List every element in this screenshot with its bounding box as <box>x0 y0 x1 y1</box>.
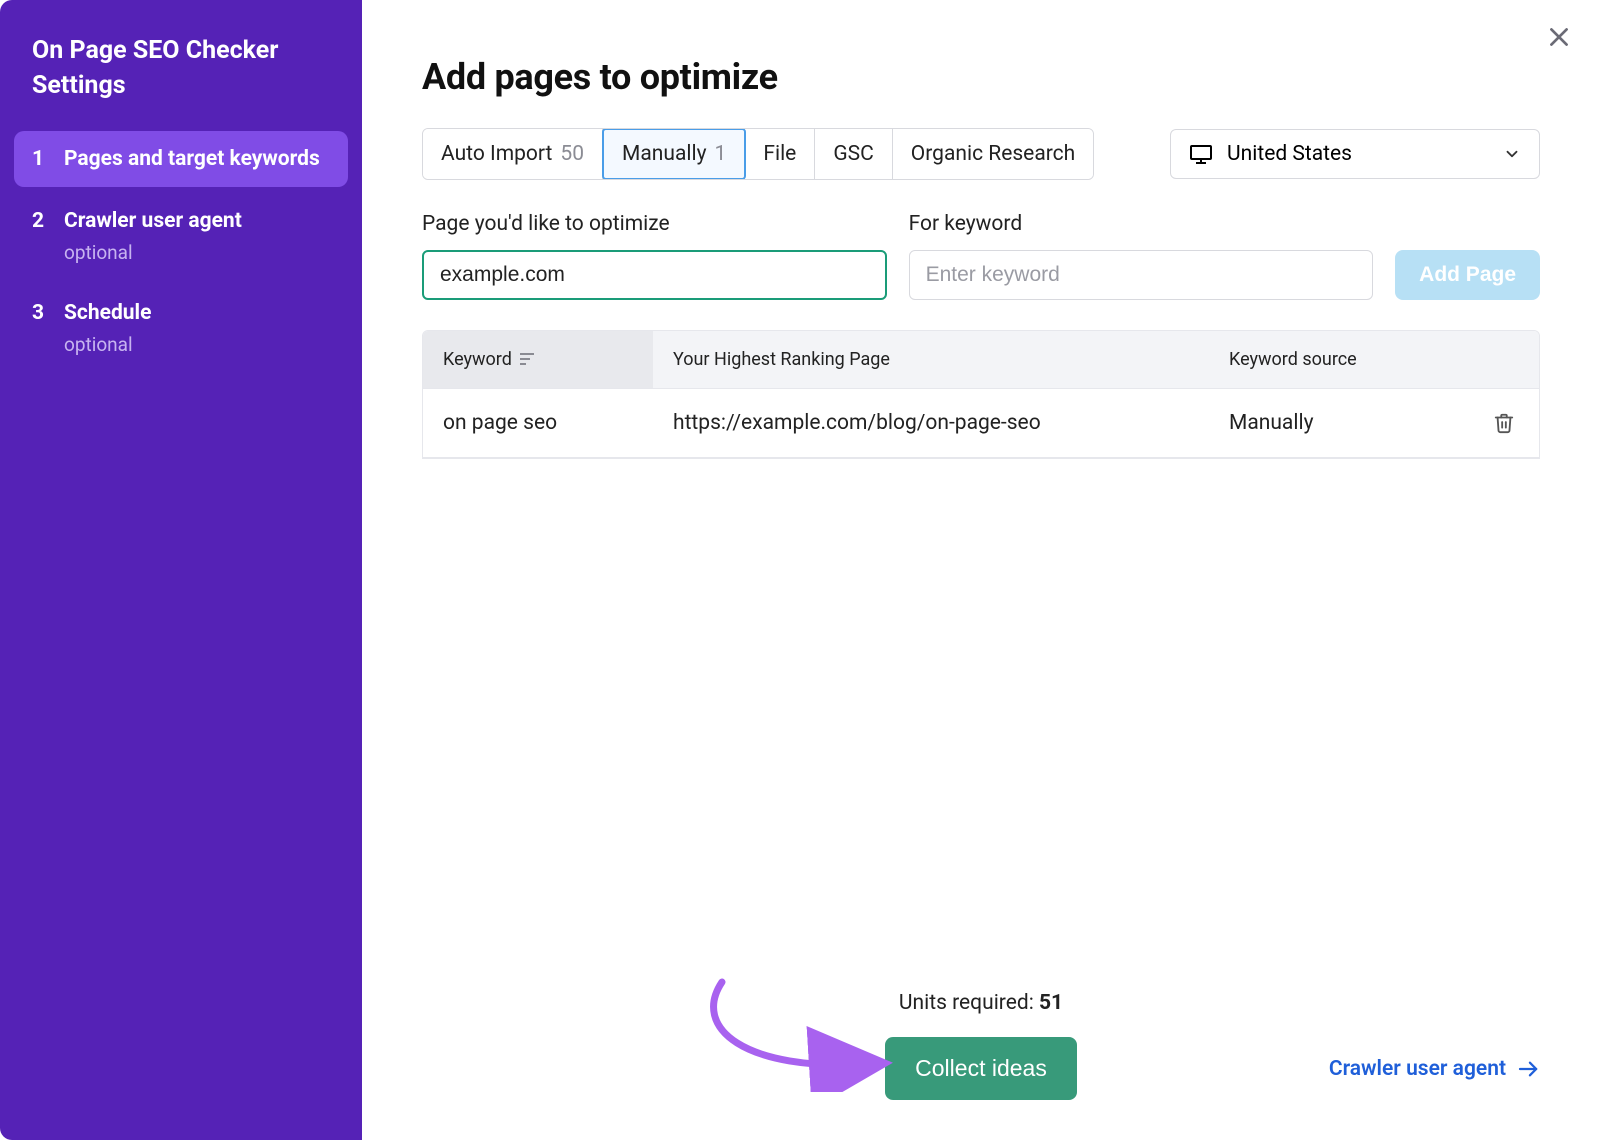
sidebar: On Page SEO Checker Settings 1 Pages and… <box>0 0 362 1140</box>
step-optional: optional <box>64 240 242 266</box>
tab-count: 50 <box>560 142 584 166</box>
td-source: Manually <box>1209 389 1469 457</box>
units-required: Units required: 51 <box>422 991 1540 1015</box>
step-label: Pages and target keywords <box>64 147 320 171</box>
td-page: https://example.com/blog/on-page-seo <box>653 389 1209 457</box>
import-tabs: Auto Import 50 Manually 1 File GSC Organ… <box>422 128 1094 180</box>
trash-icon[interactable] <box>1493 412 1515 434</box>
crawler-user-agent-link[interactable]: Crawler user agent <box>1329 1057 1540 1081</box>
country-select[interactable]: United States <box>1170 129 1540 179</box>
arrow-right-icon <box>1518 1060 1540 1078</box>
close-button[interactable] <box>1542 20 1576 54</box>
add-page-col: Add Page <box>1395 250 1540 300</box>
page-title: Add pages to optimize <box>422 56 1540 98</box>
step-crawler-user-agent[interactable]: 2 Crawler user agent optional <box>14 193 348 279</box>
table-header: Keyword Your Highest Ranking Page Keywor… <box>423 331 1539 388</box>
page-input[interactable] <box>422 250 887 300</box>
step-optional: optional <box>64 332 151 358</box>
steps-list: 1 Pages and target keywords 2 Crawler us… <box>14 131 348 371</box>
form-row: Page you'd like to optimize For keyword … <box>422 212 1540 300</box>
country-label: United States <box>1227 142 1352 166</box>
collect-ideas-button[interactable]: Collect ideas <box>885 1037 1077 1100</box>
tab-count: 1 <box>715 142 727 166</box>
td-actions <box>1469 390 1539 456</box>
tab-label: Manually <box>622 142 707 166</box>
keyword-field-label: For keyword <box>909 212 1374 236</box>
step-label: Crawler user agent <box>64 209 242 233</box>
pages-table: Keyword Your Highest Ranking Page Keywor… <box>422 330 1540 458</box>
step-pages-keywords[interactable]: 1 Pages and target keywords <box>14 131 348 187</box>
th-page: Your Highest Ranking Page <box>653 331 1209 388</box>
page-field-col: Page you'd like to optimize <box>422 212 887 300</box>
th-actions <box>1469 331 1539 388</box>
next-link-label: Crawler user agent <box>1329 1057 1506 1081</box>
sidebar-title: On Page SEO Checker Settings <box>14 34 348 131</box>
th-keyword-label: Keyword <box>443 349 512 370</box>
tab-label: GSC <box>833 142 873 166</box>
tab-label: File <box>763 142 796 166</box>
main-panel: Add pages to optimize Auto Import 50 Man… <box>362 0 1600 1140</box>
th-source: Keyword source <box>1209 331 1469 388</box>
page-field-label: Page you'd like to optimize <box>422 212 887 236</box>
footer: Units required: 51 Collect ideas Crawler… <box>422 961 1540 1100</box>
tab-label: Organic Research <box>911 142 1075 166</box>
th-source-label: Keyword source <box>1229 349 1357 370</box>
tab-organic-research[interactable]: Organic Research <box>893 129 1093 179</box>
sort-icon <box>520 353 536 367</box>
keyword-input[interactable] <box>909 250 1374 300</box>
tab-gsc[interactable]: GSC <box>815 129 892 179</box>
th-keyword[interactable]: Keyword <box>423 331 653 388</box>
row-divider <box>422 458 1540 459</box>
tab-manually[interactable]: Manually 1 <box>602 128 746 180</box>
step-schedule[interactable]: 3 Schedule optional <box>14 285 348 371</box>
add-page-button[interactable]: Add Page <box>1395 250 1540 300</box>
controls-row: Auto Import 50 Manually 1 File GSC Organ… <box>422 128 1540 180</box>
th-page-label: Your Highest Ranking Page <box>673 349 890 370</box>
step-label: Schedule <box>64 301 151 325</box>
tab-label: Auto Import <box>441 142 552 166</box>
chevron-down-icon <box>1503 145 1521 163</box>
keyword-field-col: For keyword <box>909 212 1374 300</box>
desktop-icon <box>1189 144 1213 164</box>
tab-auto-import[interactable]: Auto Import 50 <box>423 129 603 179</box>
units-label: Units required: <box>899 991 1039 1015</box>
step-number: 3 <box>32 299 48 357</box>
annotation-arrow <box>682 972 902 1092</box>
table-row: on page seo https://example.com/blog/on-… <box>423 388 1539 457</box>
units-value: 51 <box>1039 991 1063 1015</box>
td-keyword: on page seo <box>423 389 653 457</box>
step-number: 1 <box>32 145 48 173</box>
close-icon <box>1546 24 1572 50</box>
footer-row: Collect ideas Crawler user agent <box>422 1037 1540 1100</box>
step-number: 2 <box>32 207 48 265</box>
tab-file[interactable]: File <box>745 129 815 179</box>
